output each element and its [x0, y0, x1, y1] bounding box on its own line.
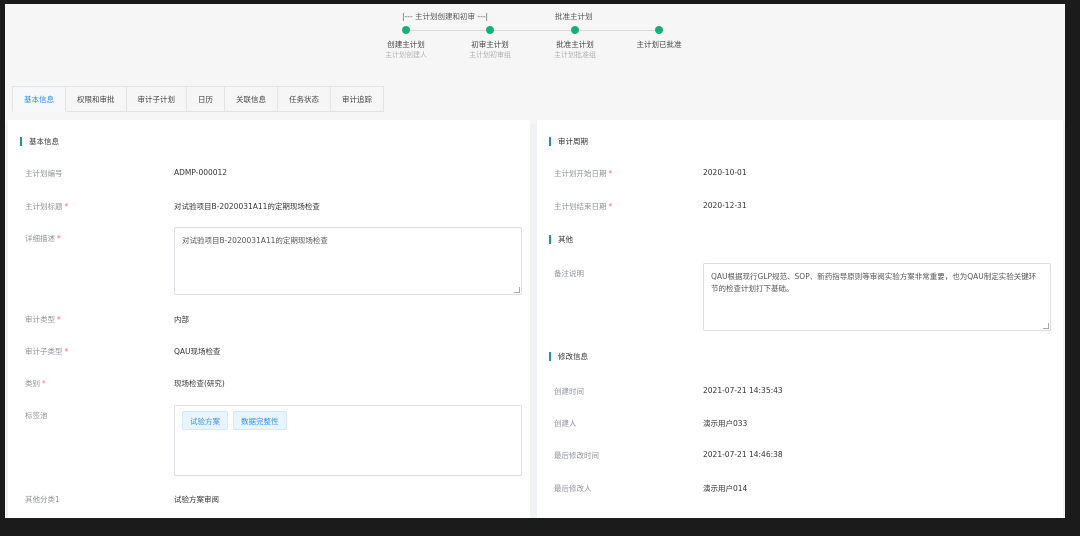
- label-other-category: 其他分类1: [25, 495, 60, 504]
- value-plan-no: ADMP-000012: [174, 168, 228, 177]
- label-remark: 备注说明: [554, 269, 584, 278]
- section-title-modify: 修改信息: [549, 352, 588, 361]
- tag-item[interactable]: 数据完整性: [233, 411, 287, 430]
- value-modifier: 演示用户014: [703, 484, 748, 493]
- label-end-date: 主计划结束日期 *: [554, 202, 613, 211]
- label-plan-no: 主计划编号: [25, 169, 63, 178]
- value-created-time: 2021-07-21 14:35:43: [703, 386, 783, 395]
- label-tags: 标签池: [25, 411, 48, 420]
- step-sub: 主计划批准组: [554, 51, 596, 59]
- label-created-time: 创建时间: [554, 387, 584, 396]
- step-title: 初审主计划: [471, 40, 509, 49]
- label-audit-type: 审计类型 *: [25, 315, 61, 324]
- tab-related-info[interactable]: 关联信息: [225, 86, 278, 112]
- label-modifier: 最后修改人: [554, 484, 592, 493]
- tab-calendar[interactable]: 日历: [187, 86, 225, 112]
- step-title: 创建主计划: [387, 40, 425, 49]
- value-category: 现场检查(研究): [174, 379, 225, 388]
- step-initial-review: 初审主计划 主计划初审组: [445, 26, 535, 60]
- resize-handle[interactable]: [514, 287, 520, 293]
- basic-info-panel: 基本信息 主计划编号 ADMP-000012 主计划标题 * 对试验项目B-202…: [8, 120, 530, 518]
- tab-bar: 基本信息 权限和审批 审计子计划 日历 关联信息 任务状态 审计追踪: [12, 86, 384, 112]
- section-title-basic: 基本信息: [20, 137, 59, 146]
- value-modified-time: 2021-07-21 14:46:38: [703, 450, 783, 459]
- step-plan-approved: 主计划已批准: [614, 26, 704, 50]
- detail-text: 对试验项目B-2020031A11的定期现场检查: [182, 236, 328, 245]
- step-dot: [486, 26, 494, 34]
- app-window: |--- 主计划创建和初审 ---| 批准主计划 创建主计划 主计划创建人 初审…: [5, 4, 1065, 518]
- step-approve-plan: 批准主计划 主计划批准组: [530, 26, 620, 60]
- label-category: 类别 *: [25, 379, 46, 388]
- value-start-date: 2020-10-01: [703, 168, 747, 177]
- section-title-cycle: 审计周期: [549, 137, 588, 146]
- step-dot: [571, 26, 579, 34]
- stage-label-approve: 批准主计划: [555, 12, 593, 21]
- label-modified-time: 最后修改时间: [554, 451, 599, 460]
- label-audit-subtype: 审计子类型 *: [25, 347, 69, 356]
- value-audit-subtype: QAU现场检查: [174, 347, 221, 356]
- step-create-plan: 创建主计划 主计划创建人: [361, 26, 451, 60]
- tab-basic-info[interactable]: 基本信息: [12, 86, 66, 112]
- label-detail: 详细描述 *: [25, 234, 61, 243]
- detail-textarea[interactable]: 对试验项目B-2020031A11的定期现场检查: [174, 227, 522, 295]
- stage-label-create-review: |--- 主计划创建和初审 ---|: [402, 12, 489, 21]
- detail-info-panel: 审计周期 主计划开始日期 * 2020-10-01 主计划结束日期 * 2020-1…: [537, 120, 1063, 518]
- value-creator: 演示用户033: [703, 419, 748, 428]
- tag-pool[interactable]: 试验方案 数据完整性: [174, 405, 522, 476]
- step-dot: [655, 26, 663, 34]
- tab-task-status[interactable]: 任务状态: [278, 86, 331, 112]
- step-dot: [402, 26, 410, 34]
- section-title-other: 其他: [549, 235, 573, 244]
- value-plan-title: 对试验项目B-2020031A11的定期现场检查: [174, 202, 320, 211]
- step-sub: 主计划初审组: [469, 51, 511, 59]
- value-other-category: 试验方案审阅: [174, 495, 219, 504]
- step-title: 批准主计划: [556, 40, 594, 49]
- tag-item[interactable]: 试验方案: [182, 411, 228, 430]
- tab-audit-trail[interactable]: 审计追踪: [331, 86, 384, 112]
- label-plan-title: 主计划标题 *: [25, 202, 69, 211]
- resize-handle[interactable]: [1043, 323, 1049, 329]
- workflow-header: |--- 主计划创建和初审 ---| 批准主计划 创建主计划 主计划创建人 初审…: [5, 4, 1065, 124]
- tab-audit-subplans[interactable]: 审计子计划: [126, 86, 187, 112]
- label-creator: 创建人: [554, 419, 577, 428]
- value-end-date: 2020-12-31: [703, 201, 747, 210]
- step-sub: 主计划创建人: [385, 51, 427, 59]
- tab-permissions-approval[interactable]: 权限和审批: [66, 86, 127, 112]
- remark-textarea[interactable]: QAU根据现行GLP规范、SOP、新药指导原则等审阅实验方案非常重要，也为QAU…: [703, 263, 1051, 331]
- value-audit-type: 内部: [174, 315, 189, 324]
- label-start-date: 主计划开始日期 *: [554, 169, 613, 178]
- step-title: 主计划已批准: [636, 40, 682, 49]
- remark-text: QAU根据现行GLP规范、SOP、新药指导原则等审阅实验方案非常重要，也为QAU…: [711, 272, 1037, 293]
